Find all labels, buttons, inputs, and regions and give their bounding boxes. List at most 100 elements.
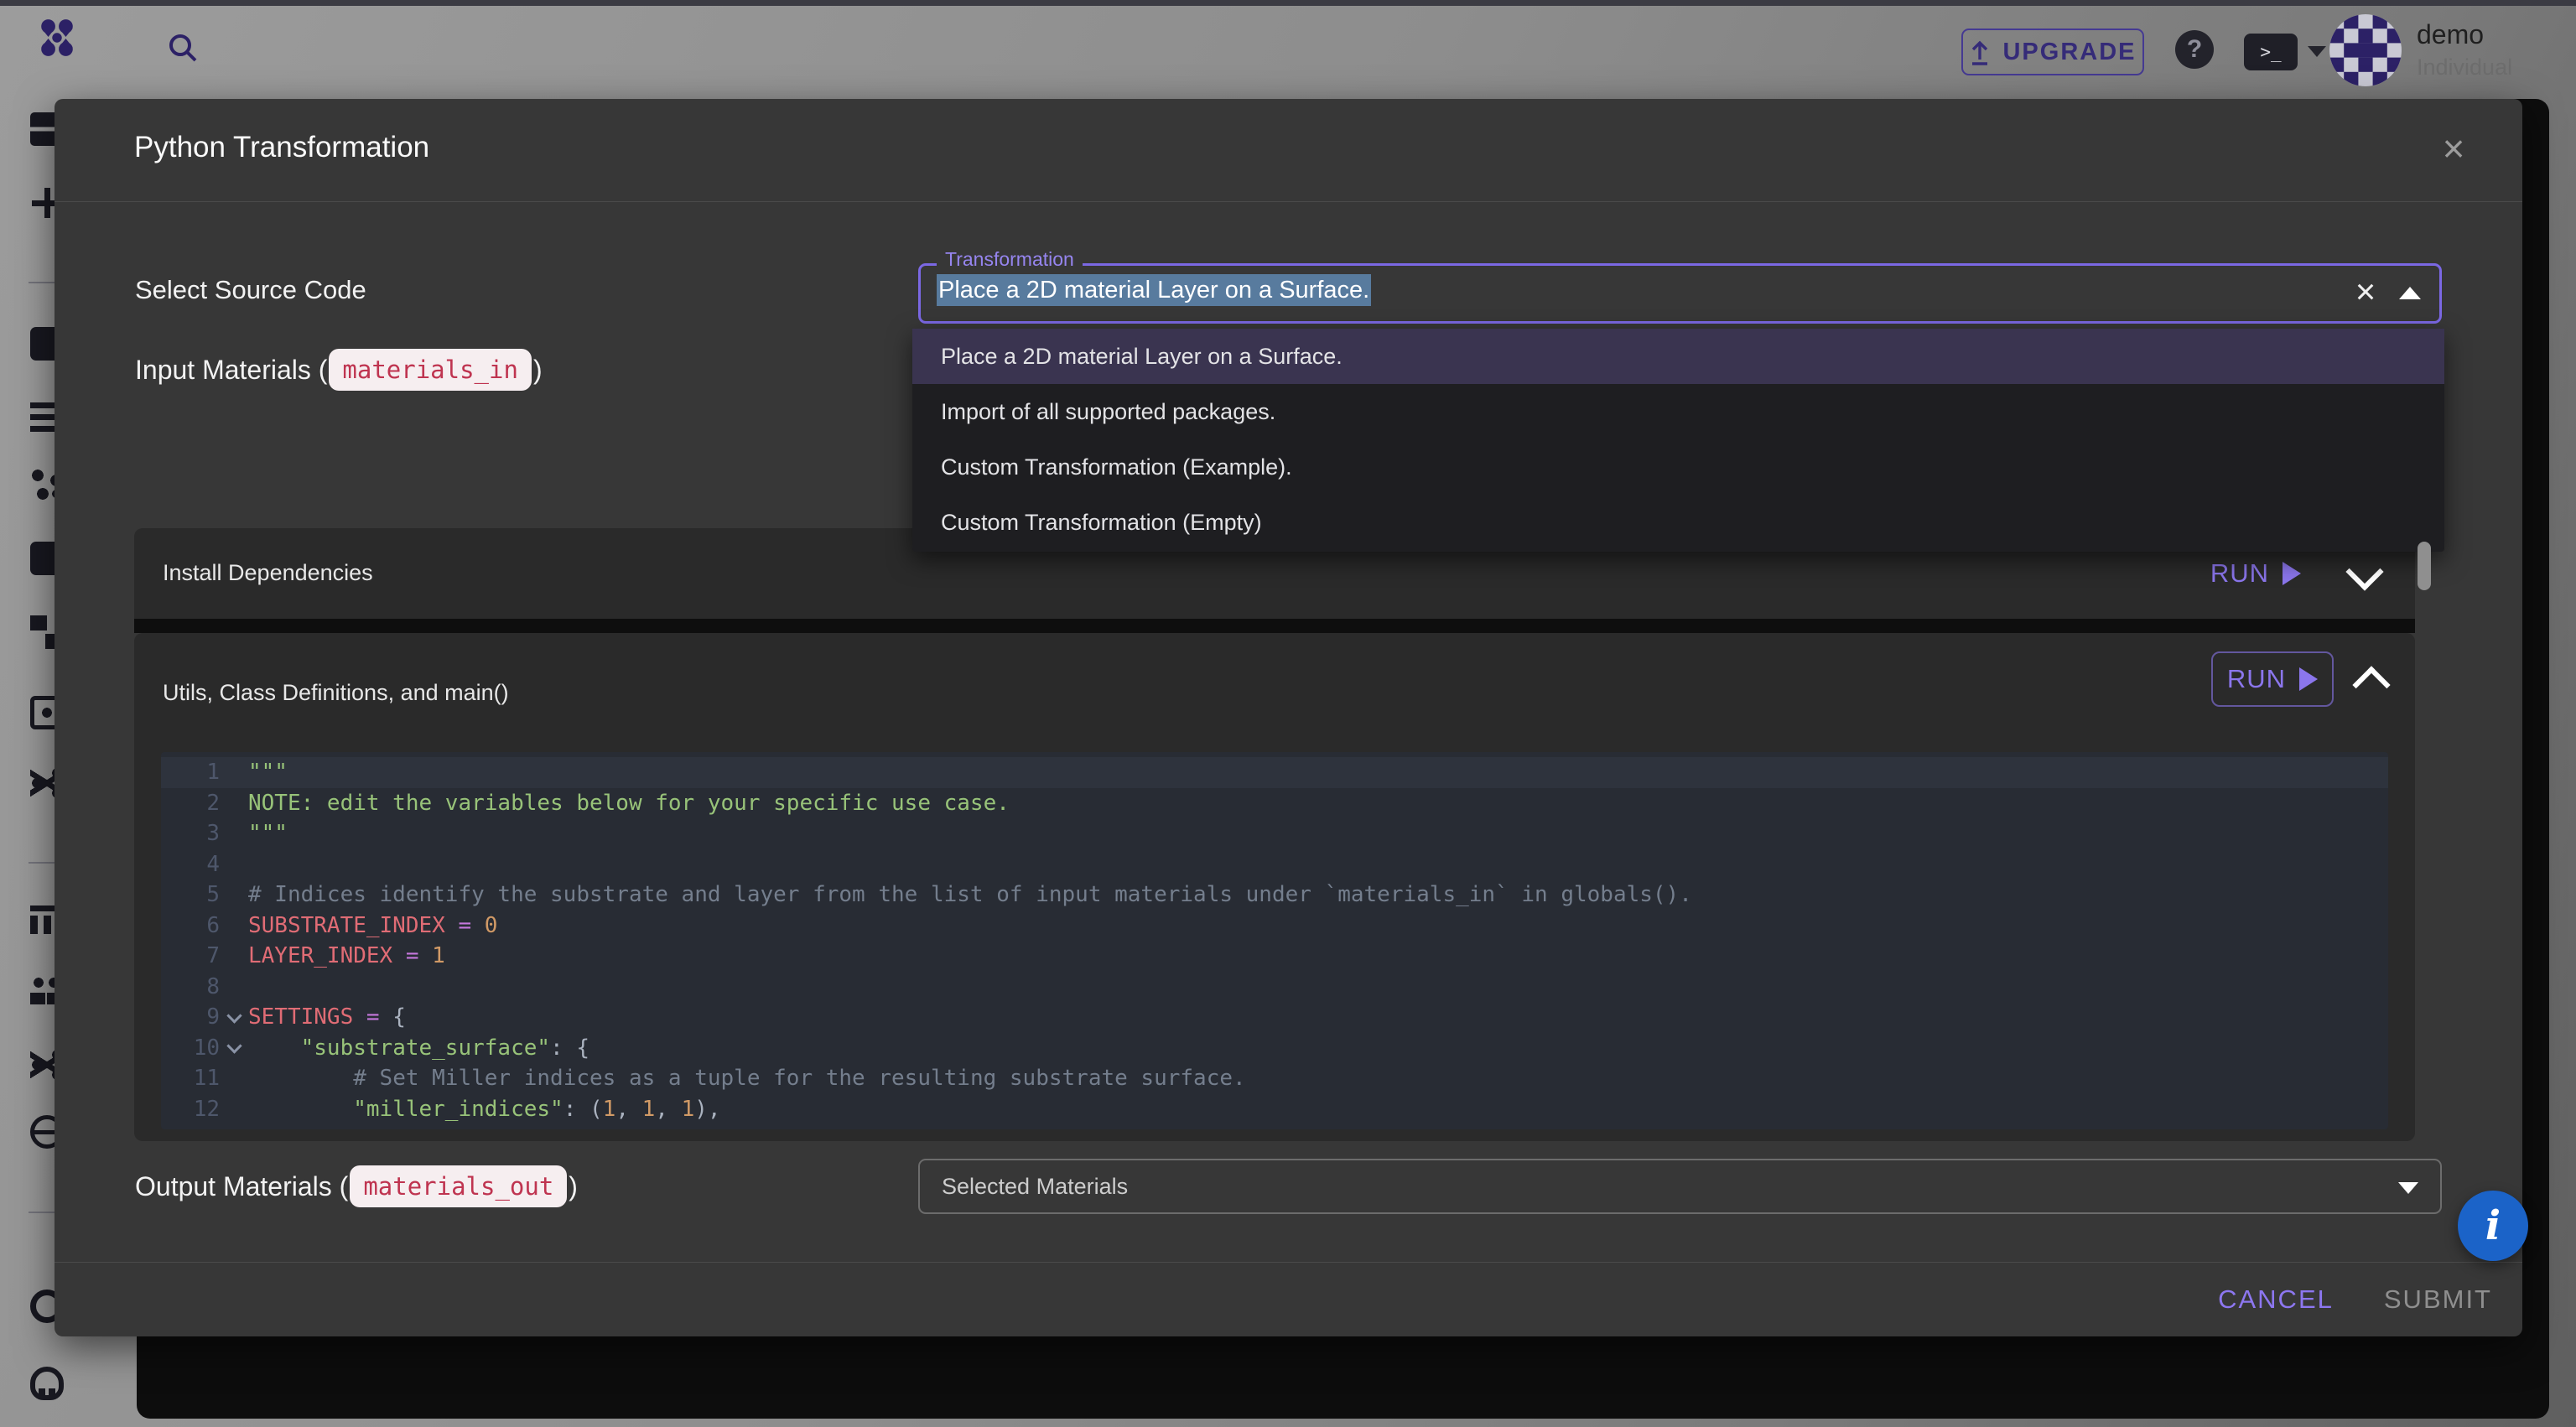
chevron-down-icon[interactable] bbox=[2345, 553, 2383, 590]
run-utils-button[interactable]: RUN bbox=[2211, 651, 2334, 707]
line-number: 7 bbox=[161, 943, 220, 968]
input-materials-label: Input Materials ( materials_in ) bbox=[135, 349, 543, 391]
code-text: """ bbox=[248, 760, 288, 785]
code-editor[interactable]: 1 """ 2 NOTE: edit the variables below for … bbox=[161, 752, 2388, 1129]
code-text: "miller_indices": (1, 1, 1), bbox=[248, 1097, 721, 1122]
code-line-6: 6 SUBSTRATE_INDEX = 0 bbox=[161, 911, 2388, 942]
code-text: NOTE: edit the variables below for your … bbox=[248, 791, 1010, 816]
selected-materials-dropdown[interactable]: Selected Materials bbox=[918, 1159, 2442, 1214]
line-number: 8 bbox=[161, 974, 220, 999]
clear-icon[interactable]: × bbox=[2340, 267, 2391, 317]
code-text: "substrate_surface": { bbox=[248, 1035, 589, 1061]
play-icon bbox=[2299, 667, 2318, 691]
avatar[interactable] bbox=[2329, 14, 2402, 86]
code-line-7: 7 LAYER_INDEX = 1 bbox=[161, 941, 2388, 972]
transformation-dropdown-menu: Place a 2D material Layer on a Surface. … bbox=[912, 329, 2444, 552]
code-text: # Set Miller indices as a tuple for the … bbox=[248, 1066, 1246, 1091]
code-text: LAYER_INDEX = 1 bbox=[248, 943, 445, 968]
dialog-header: Python Transformation × bbox=[55, 99, 2522, 202]
code-line-5: 5 # Indices identify the substrate and la… bbox=[161, 880, 2388, 911]
dropdown-option-3[interactable]: Custom Transformation (Example). bbox=[912, 439, 2444, 495]
fold-column bbox=[220, 1014, 248, 1021]
run-install-button[interactable]: RUN bbox=[2210, 558, 2301, 589]
fold-caret-icon[interactable] bbox=[226, 1039, 242, 1054]
output-materials-label: Output Materials ( materials_out ) bbox=[135, 1165, 578, 1207]
selected-materials-value: Selected Materials bbox=[942, 1174, 1128, 1200]
line-number: 4 bbox=[161, 852, 220, 877]
dialog-title: Python Transformation bbox=[134, 131, 429, 164]
question-mark-icon: ? bbox=[2187, 35, 2202, 64]
materials-out-chip: materials_out bbox=[350, 1165, 567, 1207]
select-source-code-label: Select Source Code bbox=[135, 275, 366, 305]
upgrade-button[interactable]: UPGRADE bbox=[1961, 29, 2144, 75]
info-button[interactable]: i bbox=[2458, 1191, 2528, 1261]
fold-caret-icon[interactable] bbox=[226, 1008, 242, 1023]
input-materials-prefix: Input Materials ( bbox=[135, 355, 327, 386]
utils-title: Utils, Class Definitions, and main() bbox=[163, 680, 509, 706]
identicon bbox=[2329, 14, 2402, 86]
line-number: 12 bbox=[161, 1097, 220, 1122]
line-number: 1 bbox=[161, 760, 220, 785]
code-text: # Indices identify the substrate and lay… bbox=[248, 882, 1692, 907]
code-text: """ bbox=[248, 821, 288, 846]
user-plan: Individual bbox=[2417, 54, 2512, 80]
code-line-2: 2 NOTE: edit the variables below for your… bbox=[161, 788, 2388, 819]
utils-section: Utils, Class Definitions, and main() RUN… bbox=[134, 633, 2415, 1141]
code-line-12: 12 "miller_indices": (1, 1, 1), bbox=[161, 1094, 2388, 1125]
caret-up-icon[interactable] bbox=[2399, 287, 2421, 299]
caret-down-icon bbox=[2398, 1182, 2418, 1194]
close-icon[interactable]: × bbox=[2426, 121, 2481, 176]
dropdown-option-4[interactable]: Custom Transformation (Empty) bbox=[912, 495, 2444, 550]
run-install-label: RUN bbox=[2210, 558, 2269, 589]
dialog-footer: CANCEL SUBMIT bbox=[55, 1262, 2522, 1336]
cancel-button[interactable]: CANCEL bbox=[2218, 1284, 2334, 1315]
run-utils-label: RUN bbox=[2227, 664, 2286, 694]
output-materials-suffix: ) bbox=[569, 1171, 578, 1202]
upload-arrow-icon bbox=[1969, 38, 1991, 66]
search-icon[interactable] bbox=[164, 29, 201, 66]
line-number: 3 bbox=[161, 821, 220, 846]
code-line-10: 10 "substrate_surface": { bbox=[161, 1033, 2388, 1064]
code-line-4: 4 bbox=[161, 849, 2388, 880]
sidebar-icon-support[interactable] bbox=[30, 1367, 64, 1400]
line-number: 11 bbox=[161, 1066, 220, 1091]
dropdown-option-1[interactable]: Place a 2D material Layer on a Surface. bbox=[912, 329, 2444, 384]
upgrade-label: UPGRADE bbox=[2002, 39, 2136, 66]
line-number: 2 bbox=[161, 791, 220, 816]
transformation-value[interactable]: Place a 2D material Layer on a Surface. bbox=[937, 277, 1371, 304]
app-logo-icon[interactable] bbox=[37, 18, 77, 58]
line-number: 10 bbox=[161, 1035, 220, 1061]
window-top-strip bbox=[0, 0, 2576, 6]
fold-column bbox=[220, 1044, 248, 1051]
section-gap bbox=[134, 619, 2415, 633]
python-transformation-dialog: Python Transformation × Select Source Co… bbox=[55, 99, 2522, 1336]
output-materials-prefix: Output Materials ( bbox=[135, 1171, 348, 1202]
play-icon bbox=[2283, 562, 2301, 585]
line-number: 9 bbox=[161, 1004, 220, 1030]
app-header: UPGRADE ? >_ demo Individual bbox=[0, 6, 2576, 99]
code-text: SUBSTRATE_INDEX = 0 bbox=[248, 913, 497, 938]
input-materials-suffix: ) bbox=[533, 355, 543, 386]
console-caret-icon[interactable] bbox=[2308, 46, 2326, 57]
code-line-1: 1 """ bbox=[161, 757, 2388, 788]
help-button[interactable]: ? bbox=[2175, 30, 2214, 69]
code-line-8: 8 bbox=[161, 972, 2388, 1003]
dropdown-option-2[interactable]: Import of all supported packages. bbox=[912, 384, 2444, 439]
code-line-3: 3 """ bbox=[161, 818, 2388, 849]
line-number: 6 bbox=[161, 913, 220, 938]
user-name[interactable]: demo bbox=[2417, 19, 2484, 50]
chevron-up-icon[interactable] bbox=[2352, 666, 2390, 703]
materials-in-chip: materials_in bbox=[329, 349, 532, 391]
transformation-field-label: Transformation bbox=[937, 248, 1083, 271]
line-number: 5 bbox=[161, 882, 220, 907]
scrollbar-thumb[interactable] bbox=[2418, 542, 2431, 590]
submit-button[interactable]: SUBMIT bbox=[2384, 1284, 2492, 1315]
console-button[interactable]: >_ bbox=[2244, 34, 2298, 70]
terminal-icon: >_ bbox=[2260, 42, 2281, 62]
code-text: SETTINGS = { bbox=[248, 1004, 406, 1030]
install-dependencies-title: Install Dependencies bbox=[163, 560, 373, 586]
code-line-9: 9 SETTINGS = { bbox=[161, 1002, 2388, 1033]
code-line-11: 11 # Set Miller indices as a tuple for t… bbox=[161, 1063, 2388, 1094]
code-lines: 1 """ 2 NOTE: edit the variables below for … bbox=[161, 752, 2388, 1124]
info-icon: i bbox=[2485, 1202, 2501, 1249]
